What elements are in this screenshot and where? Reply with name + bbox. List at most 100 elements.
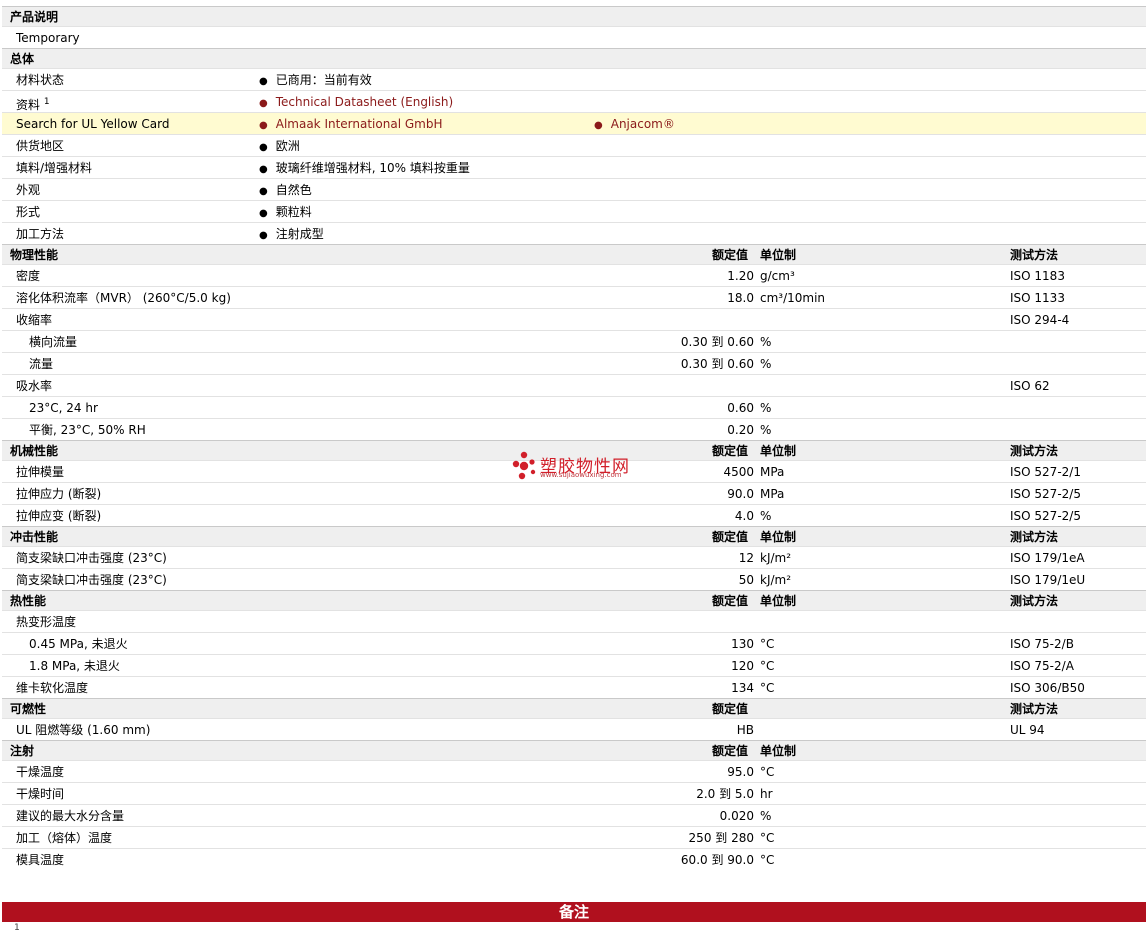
data-row: 溶化体积流率（MVR） (260°C/5.0 kg) 18.0 cm³/10mi… — [2, 286, 1146, 308]
row-label: 建议的最大水分含量 — [16, 809, 125, 823]
data-row: 模具温度 60.0 到 90.0 °C — [2, 848, 1146, 870]
col-header-value: 额定值 — [712, 594, 749, 608]
row-value: 95.0 — [727, 765, 754, 779]
section-title: 机械性能 — [10, 444, 59, 458]
row-method: ISO 1183 — [1010, 269, 1065, 283]
general-row-form: 形式 颗粒料 — [2, 200, 1146, 222]
data-row: 干燥温度 95.0 °C — [2, 760, 1146, 782]
row-label: 形式 — [16, 205, 41, 219]
description-row: Temporary — [2, 26, 1146, 48]
row-label: 资料 1 — [16, 95, 50, 112]
row-unit: % — [760, 509, 772, 523]
section-title: 物理性能 — [10, 248, 59, 262]
row-unit: kJ/m² — [760, 551, 792, 565]
section-header-physical: 物理性能 额定值 单位制 测试方法 — [2, 244, 1146, 264]
row-method: ISO 179/1eU — [1010, 573, 1086, 587]
row-value: 50 — [738, 573, 754, 587]
data-row: 拉伸应变 (断裂) 4.0 % ISO 527-2/5 — [2, 504, 1146, 526]
data-row: 收缩率 ISO 294-4 — [2, 308, 1146, 330]
row-label: 材料状态 — [16, 73, 65, 87]
row-label: 23°C, 24 hr — [29, 401, 98, 415]
data-row: 平衡, 23°C, 50% RH 0.20 % — [2, 418, 1146, 440]
row-label: 流量 — [29, 357, 54, 371]
row-label: 模具温度 — [16, 853, 65, 867]
row-value: 2.0 到 5.0 — [696, 787, 754, 801]
section-header-thermal: 热性能 额定值 单位制 测试方法 — [2, 590, 1146, 610]
col-header-value: 额定值 — [712, 702, 749, 716]
section-header-description: 产品说明 — [2, 6, 1146, 26]
col-header-value: 额定值 — [712, 744, 749, 758]
row-value: 已商用：当前有效 — [259, 73, 372, 89]
documents-label: 资料 — [16, 98, 41, 112]
general-row-filler: 填料/增强材料 玻璃纤维增强材料, 10% 填料按重量 — [2, 156, 1146, 178]
technical-datasheet-link[interactable]: Technical Datasheet (English) — [259, 95, 453, 111]
row-method: ISO 306/B50 — [1010, 681, 1085, 695]
footnote-mark: 1 — [14, 922, 20, 933]
section-header-impact: 冲击性能 额定值 单位制 测试方法 — [2, 526, 1146, 546]
general-row-region: 供货地区 欧洲 — [2, 134, 1146, 156]
col-header-unit: 单位制 — [760, 248, 797, 262]
row-unit: % — [760, 809, 772, 823]
row-method: ISO 179/1eA — [1010, 551, 1085, 565]
row-method: ISO 527-2/5 — [1010, 487, 1081, 501]
data-row: 简支梁缺口冲击强度 (23°C) 50 kJ/m² ISO 179/1eU — [2, 568, 1146, 590]
row-unit: cm³/10min — [760, 291, 826, 305]
row-unit: g/cm³ — [760, 269, 795, 283]
row-value: 颗粒料 — [259, 205, 312, 221]
row-unit: °C — [760, 831, 775, 845]
row-unit: °C — [760, 637, 775, 651]
row-value: 0.60 — [727, 401, 754, 415]
row-label: 溶化体积流率（MVR） (260°C/5.0 kg) — [16, 291, 231, 305]
row-unit: hr — [760, 787, 773, 801]
row-unit: kJ/m² — [760, 573, 792, 587]
almaak-link[interactable]: Almaak International GmbH — [259, 117, 443, 133]
row-value: 90.0 — [727, 487, 754, 501]
section-title: 冲击性能 — [10, 530, 59, 544]
row-label: 拉伸应变 (断裂) — [16, 509, 102, 523]
row-method: ISO 294-4 — [1010, 313, 1070, 327]
section-title: 可燃性 — [10, 702, 47, 716]
col-header-method: 测试方法 — [1010, 248, 1059, 262]
data-row: 密度 1.20 g/cm³ ISO 1183 — [2, 264, 1146, 286]
row-value: 0.30 到 0.60 — [680, 357, 754, 371]
row-value: 250 到 280 — [688, 831, 754, 845]
row-label: 维卡软化温度 — [16, 681, 89, 695]
data-row: 热变形温度 — [2, 610, 1146, 632]
col-header-value: 额定值 — [712, 248, 749, 262]
row-unit: °C — [760, 659, 775, 673]
row-unit: °C — [760, 681, 775, 695]
row-unit: % — [760, 335, 772, 349]
data-row: 横向流量 0.30 到 0.60 % — [2, 330, 1146, 352]
row-label: 收缩率 — [16, 313, 53, 327]
row-label: 热变形温度 — [16, 615, 77, 629]
data-row: 0.45 MPa, 未退火 130 °C ISO 75-2/B — [2, 632, 1146, 654]
row-label: 0.45 MPa, 未退火 — [29, 637, 128, 651]
row-method: ISO 1133 — [1010, 291, 1065, 305]
row-label: 平衡, 23°C, 50% RH — [29, 423, 146, 437]
row-label: 密度 — [16, 269, 41, 283]
row-value: 12 — [738, 551, 754, 565]
section-title: 产品说明 — [10, 10, 59, 24]
row-label: 干燥温度 — [16, 765, 65, 779]
row-value: 玻璃纤维增强材料, 10% 填料按重量 — [259, 161, 470, 177]
row-value: 4.0 — [734, 509, 754, 523]
col-header-method: 测试方法 — [1010, 530, 1059, 544]
data-row: 简支梁缺口冲击强度 (23°C) 12 kJ/m² ISO 179/1eA — [2, 546, 1146, 568]
watermark-logo-icon — [512, 451, 536, 480]
col-header-unit: 单位制 — [760, 444, 797, 458]
anjacom-link[interactable]: Anjacom® — [594, 117, 675, 133]
section-title: 注射 — [10, 744, 35, 758]
row-value: 自然色 — [259, 183, 312, 199]
row-unit: MPa — [760, 465, 785, 479]
row-label: UL 阻燃等级 (1.60 mm) — [16, 723, 151, 737]
section-title: 热性能 — [10, 594, 47, 608]
row-value: HB — [736, 723, 754, 737]
data-row: 建议的最大水分含量 0.020 % — [2, 804, 1146, 826]
row-label: 加工方法 — [16, 227, 65, 241]
col-header-unit: 单位制 — [760, 530, 797, 544]
row-value: 60.0 到 90.0 — [680, 853, 754, 867]
row-unit: MPa — [760, 487, 785, 501]
col-header-value: 额定值 — [712, 444, 749, 458]
row-value: 注射成型 — [259, 227, 324, 243]
col-header-value: 额定值 — [712, 530, 749, 544]
